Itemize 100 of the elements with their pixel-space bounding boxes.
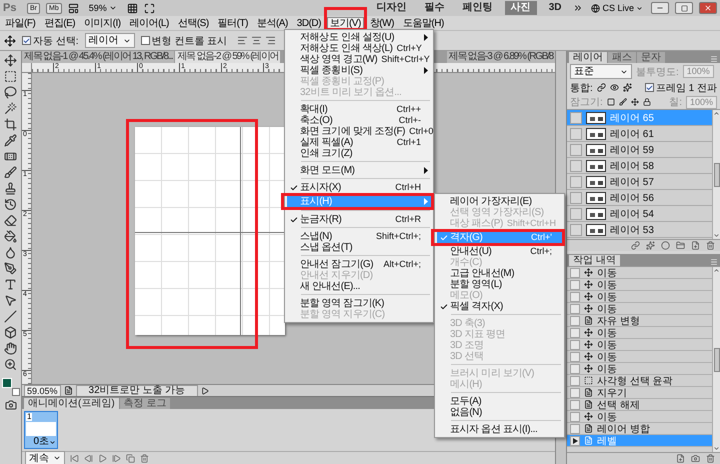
panel-tab[interactable]: 패스 <box>608 52 636 63</box>
folder-icon[interactable] <box>676 241 685 250</box>
arrange-icon[interactable] <box>126 2 138 14</box>
stamp-tool-icon[interactable] <box>4 182 17 195</box>
maximize-button[interactable] <box>675 2 693 14</box>
menu-item[interactable]: 색상 영역 경고(W) Shift+Ctrl+Y <box>287 54 431 65</box>
scrollbar[interactable] <box>712 267 720 452</box>
animation-frame[interactable]: 1 0초 <box>24 411 58 449</box>
menu-item[interactable]: 분할 영역 잠그기(K) <box>287 298 431 309</box>
panel-tab[interactable]: 작업 내역 <box>569 255 620 266</box>
layer-row[interactable]: 레이어 54 <box>567 206 712 222</box>
move-tool-icon[interactable] <box>4 34 16 46</box>
menu-title[interactable]: 선택(S) <box>174 16 212 30</box>
scroll-thumb[interactable] <box>714 348 720 372</box>
menu-item[interactable]: 없음(N) <box>437 407 562 418</box>
eyedropper-tool-icon[interactable] <box>4 134 17 147</box>
history-row[interactable]: 선택 해제 <box>567 399 712 411</box>
lock-position-icon[interactable] <box>630 98 639 106</box>
lasso-tool-icon[interactable] <box>4 86 17 99</box>
scroll-down-icon[interactable] <box>713 232 720 239</box>
paint-bucket-tool-icon[interactable] <box>4 230 17 243</box>
lock-pixels-icon[interactable] <box>618 98 627 106</box>
document-tab[interactable]: 제목 없음-3 @ 6.89% (RGB/8 <box>446 51 555 63</box>
history-row[interactable]: 자유 변형 <box>567 315 712 327</box>
menu-title[interactable]: 도움말(H) <box>400 16 447 30</box>
link-icon[interactable] <box>631 241 640 250</box>
menu-title[interactable]: 파일(F) <box>2 16 38 30</box>
history-row[interactable]: 이동 <box>567 411 712 423</box>
trash-icon[interactable] <box>140 454 149 462</box>
document-tab[interactable]: 제목 없음-1 @ 45.4% (레이어 13, RGB/8... <box>22 51 174 63</box>
history-row[interactable]: 이동 <box>567 351 712 363</box>
bandage-tool-icon[interactable] <box>4 150 17 163</box>
foreground-color-swatch[interactable] <box>2 378 12 388</box>
play-icon[interactable] <box>201 386 210 394</box>
pointer-tool-icon[interactable] <box>4 294 17 307</box>
panel-tab[interactable]: 측정 로그 <box>120 398 170 409</box>
history-row[interactable]: 이동 <box>567 303 712 315</box>
menu-title[interactable]: 창(W) <box>366 16 397 30</box>
menu-item[interactable]: 저해상도 인쇄 색상(L) Ctrl+Y <box>287 43 431 54</box>
unify-style-icon[interactable] <box>622 83 632 92</box>
menu-item[interactable]: 고급 안내선(M) <box>437 268 562 279</box>
scroll-up-icon[interactable] <box>713 267 720 274</box>
snapshot-icon[interactable] <box>691 454 700 463</box>
align-right-icon[interactable] <box>265 35 276 46</box>
history-row[interactable]: 이동 <box>567 279 712 291</box>
menu-item[interactable]: 화면 크기에 맞게 조정(F) Ctrl+0 <box>287 126 431 137</box>
menu-item[interactable]: 픽셀 종횡비(S) <box>287 65 431 76</box>
menu-item[interactable]: 픽셀 격자(X) <box>437 301 562 312</box>
layer-row[interactable]: 레이어 59 <box>567 142 712 158</box>
history-row[interactable]: 이동 <box>567 267 712 279</box>
trash-icon[interactable] <box>706 241 715 250</box>
quick-mask-icon[interactable] <box>4 399 16 411</box>
align-center-icon[interactable] <box>251 35 262 46</box>
trash-icon[interactable] <box>706 454 715 463</box>
visibility-toggle[interactable] <box>570 112 582 124</box>
menu-title[interactable]: 필터(T) <box>214 16 251 30</box>
type-tool-icon[interactable] <box>4 278 17 291</box>
scroll-thumb[interactable] <box>714 162 720 186</box>
menu-item[interactable]: 확대(I) Ctrl++ <box>287 104 431 115</box>
menu-item[interactable]: 분할 영역(L) <box>437 279 562 290</box>
pen-tool-icon[interactable] <box>4 262 17 275</box>
panel-tab[interactable]: 애니메이션(프레임) <box>24 398 119 409</box>
visibility-toggle[interactable] <box>570 176 582 188</box>
align-left-icon[interactable] <box>237 35 248 46</box>
workspace-button[interactable]: 필수 <box>418 1 451 15</box>
previous-frame-icon[interactable] <box>84 454 93 462</box>
wand-tool-icon[interactable] <box>4 102 17 115</box>
visibility-toggle[interactable] <box>570 144 582 156</box>
eraser-tool-icon[interactable] <box>4 214 17 227</box>
hand-tool-icon[interactable] <box>4 342 17 355</box>
frame-delay[interactable]: 0초 <box>33 437 56 447</box>
duplicate-frame-icon[interactable] <box>126 454 135 462</box>
menu-title[interactable]: 3D(D) <box>294 16 324 30</box>
menu-item[interactable]: 인쇄 크기(Z) <box>287 148 431 159</box>
history-row[interactable]: 이동 <box>567 363 712 375</box>
document-info-icon[interactable] <box>64 386 73 395</box>
cube-tool-icon[interactable] <box>4 326 17 339</box>
document-tab[interactable]: 제목 없음-2 @ 59% (레이어 <box>175 51 280 63</box>
history-source-box[interactable] <box>570 436 580 446</box>
panel-tab[interactable]: 레이어 <box>569 52 607 63</box>
first-frame-icon[interactable] <box>70 454 79 462</box>
brush-tool-icon[interactable] <box>4 166 17 179</box>
menu-item[interactable]: 스냅 옵션(T) <box>287 242 431 253</box>
propagate-frame-checkbox[interactable]: 프레임 1 전파 <box>644 80 717 94</box>
unify-visibility-icon[interactable] <box>610 83 619 92</box>
move-tool-icon[interactable] <box>4 54 17 67</box>
panel-menu-icon[interactable] <box>710 55 718 63</box>
layer-row[interactable]: 레이어 58 <box>567 158 712 174</box>
target-dropdown[interactable]: 레이어 <box>84 33 135 48</box>
menu-item[interactable]: 실제 픽셀(A) Ctrl+1 <box>287 137 431 148</box>
effects-icon[interactable] <box>646 241 655 250</box>
screen-mode-icon[interactable] <box>144 2 155 14</box>
auto-select-checkbox[interactable]: 자동 선택: <box>22 34 79 48</box>
menu-item[interactable]: 새 안내선(E)... <box>287 281 431 292</box>
zoom-tool-icon[interactable] <box>4 358 17 371</box>
menu-item[interactable]: 안내선 잠그기(G) Alt+Ctrl+; <box>287 259 431 270</box>
history-row[interactable]: 이동 <box>567 339 712 351</box>
scrollbar[interactable] <box>712 110 720 239</box>
scroll-down-icon[interactable] <box>713 445 720 452</box>
workspace-button[interactable]: 3D <box>542 1 568 15</box>
